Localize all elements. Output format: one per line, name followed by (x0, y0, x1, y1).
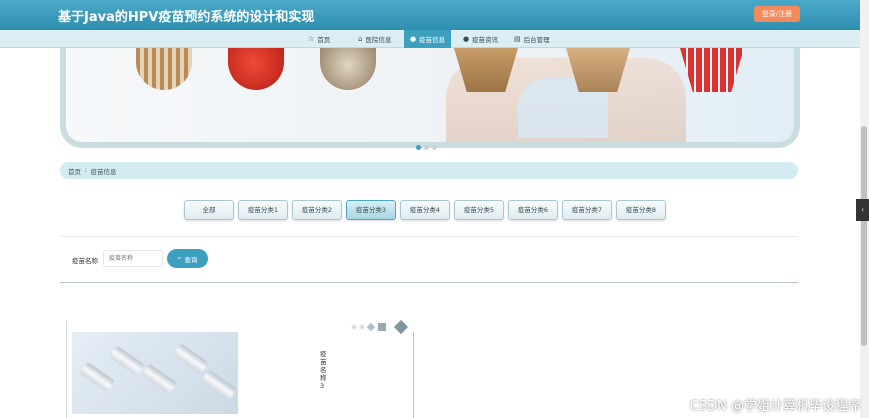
search-button[interactable]: ⌕ 查询 (167, 249, 208, 268)
carousel-dot[interactable] (416, 145, 421, 150)
vial-shape (201, 369, 237, 401)
vaccine-card-image[interactable] (72, 332, 238, 414)
nav-label: 疫苗资讯 (472, 36, 499, 44)
main-nav: ☆ 首页 ⌂ 医院信息 ● 疫苗信息 ● 疫苗资讯 ▤ 后台管理 (0, 30, 860, 48)
scrollbar-thumb[interactable] (861, 126, 867, 346)
category-5[interactable]: 疫苗分类5 (454, 200, 504, 220)
nav-item-vaccine-info[interactable]: ● 疫苗信息 (404, 30, 452, 48)
search-icon: ⌕ (177, 254, 182, 262)
decorative-line (413, 332, 414, 418)
login-register-button[interactable]: 登录/注册 (754, 6, 800, 22)
side-collapse-tab[interactable]: ‹ (856, 199, 869, 221)
banner-red-vial-image (228, 48, 284, 90)
category-filter: 全部 疫苗分类1 疫苗分类2 疫苗分类3 疫苗分类4 疫苗分类5 疫苗分类6 疫… (184, 200, 666, 220)
search-button-label: 查询 (184, 255, 198, 264)
breadcrumb-separator: ፧ (85, 166, 87, 174)
carousel-dot[interactable] (432, 145, 437, 150)
category-1[interactable]: 疫苗分类1 (238, 200, 288, 220)
header-bar: 基于Java的HPV疫苗预约系统的设计和实现 登录/注册 (0, 0, 860, 30)
carousel-dot[interactable] (424, 145, 429, 150)
category-4[interactable]: 疫苗分类4 (400, 200, 450, 220)
diamond-shape (359, 324, 365, 330)
circle-icon: ● (410, 35, 417, 43)
vaccine-name-input[interactable] (103, 250, 163, 267)
banner-package-image (320, 48, 376, 90)
banner-tubes-image (680, 48, 744, 92)
nav-label: 后台管理 (523, 36, 550, 44)
circle-icon: ● (463, 35, 470, 43)
divider (60, 236, 798, 237)
nav-label: 疫苗信息 (419, 36, 446, 44)
diamond-shape (351, 324, 357, 330)
nav-item-hospital[interactable]: ⌂ 医院信息 (352, 30, 397, 48)
vaccine-card-name[interactable]: 疫苗名称3 (320, 350, 328, 390)
diamond-shape (366, 322, 376, 332)
breadcrumb-current: 疫苗信息 (90, 167, 117, 176)
csdn-watermark: CSDN @学姐计算机毕设程序 (689, 399, 861, 414)
site-title: 基于Java的HPV疫苗预约系统的设计和实现 (58, 10, 315, 25)
vial-shape (109, 345, 145, 377)
breadcrumb: 首页 ፧ 疫苗信息 (60, 162, 798, 179)
card-border-line (66, 320, 67, 418)
category-2[interactable]: 疫苗分类2 (292, 200, 342, 220)
building-icon: ▤ (514, 35, 521, 43)
diamond-shape (393, 319, 409, 335)
carousel-indicators (416, 145, 437, 150)
nav-item-vaccine-news[interactable]: ● 疫苗资讯 (457, 30, 504, 48)
chevron-left-icon: ‹ (861, 206, 864, 214)
hospital-icon: ⌂ (358, 35, 363, 43)
vial-shape (173, 343, 209, 375)
category-all[interactable]: 全部 (184, 200, 234, 220)
nav-label: 首页 (317, 36, 331, 44)
banner-vaccine-box-image (136, 48, 192, 90)
vial-shape (141, 363, 177, 395)
decorative-diamonds (351, 319, 409, 335)
category-7[interactable]: 疫苗分类7 (562, 200, 612, 220)
search-label: 疫苗名称 (72, 257, 98, 265)
category-3[interactable]: 疫苗分类3 (346, 200, 396, 220)
star-icon: ☆ (308, 35, 315, 43)
breadcrumb-home[interactable]: 首页 (68, 166, 81, 176)
hero-banner[interactable] (60, 48, 800, 148)
category-6[interactable]: 疫苗分类6 (508, 200, 558, 220)
divider (60, 282, 798, 283)
nav-item-admin[interactable]: ▤ 后台管理 (508, 30, 556, 48)
square-shape (378, 323, 386, 331)
nav-item-home[interactable]: ☆ 首页 (302, 30, 336, 48)
nav-label: 医院信息 (365, 36, 392, 44)
category-8[interactable]: 疫苗分类8 (616, 200, 666, 220)
vial-shape (79, 361, 115, 393)
